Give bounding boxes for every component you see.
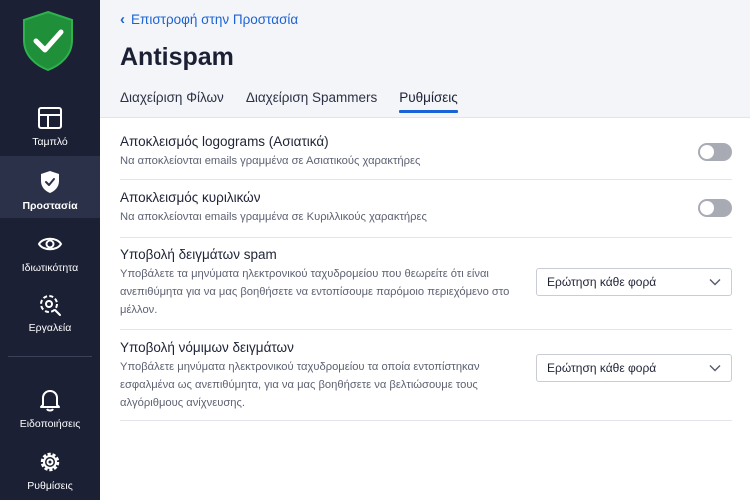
setting-title: Υποβολή δειγμάτων spam [120, 247, 277, 262]
chevron-down-icon [709, 276, 721, 288]
tab-friends[interactable]: Διαχείριση Φίλων [120, 90, 224, 112]
setting-title: Αποκλεισμός logograms (Ασιατικά) [120, 134, 329, 149]
dashboard-icon [36, 104, 64, 132]
tools-icon [36, 290, 64, 318]
setting-description: Υποβάλετε τα μηνύματα ηλεκτρονικού ταχυδ… [120, 268, 510, 316]
sidebar-divider [8, 356, 92, 357]
sidebar-item-label: Ρυθμίσεις [27, 480, 73, 492]
setting-row-block-cyrillic: Αποκλεισμός κυριλικών Να αποκλείονται em… [120, 180, 732, 238]
setting-row-submit-spam: Υποβολή δειγμάτων spam Υποβάλετε τα μηνύ… [120, 238, 732, 330]
main-content: ‹ Επιστροφή στην Προστασία Antispam Διαχ… [100, 0, 750, 500]
tab-settings[interactable]: Ρυθμίσεις [399, 90, 458, 113]
chevron-down-icon [709, 362, 721, 374]
sidebar-item-label: Προστασία [22, 200, 78, 212]
sidebar-item-label: Ειδοποιήσεις [19, 418, 81, 430]
toggle-knob [700, 201, 714, 215]
setting-description: Υποβάλετε μηνύματα ηλεκτρονικού ταχυδρομ… [120, 361, 480, 409]
settings-list: Αποκλεισμός logograms (Ασιατικά) Να αποκ… [120, 122, 732, 421]
submit-legit-select[interactable]: Ερώτηση κάθε φορά [536, 354, 732, 382]
sidebar-item-protection[interactable]: Προστασία [0, 156, 100, 218]
setting-row-submit-legit: Υποβολή νόμιμων δειγμάτων Υποβάλετε μηνύ… [120, 330, 732, 421]
sidebar-item-privacy[interactable]: Ιδιωτικότητα [0, 230, 100, 288]
sidebar-item-label: Ταμπλό [32, 136, 68, 148]
setting-description: Να αποκλείονται emails γραμμένα σε Ασιατ… [120, 155, 421, 167]
block-asian-toggle[interactable] [698, 143, 732, 161]
select-value: Ερώτηση κάθε φορά [547, 275, 657, 289]
chevron-left-icon: ‹ [120, 11, 125, 28]
sidebar-item-dashboard[interactable]: Ταμπλό [0, 104, 100, 162]
sidebar-item-label: Ιδιωτικότητα [21, 262, 79, 274]
setting-title: Αποκλεισμός κυριλικών [120, 190, 261, 205]
shield-icon [36, 168, 64, 196]
sidebar-item-notifications[interactable]: Ειδοποιήσεις [0, 386, 100, 444]
back-link[interactable]: ‹ Επιστροφή στην Προστασία [120, 11, 298, 28]
back-link-label: Επιστροφή στην Προστασία [131, 12, 299, 27]
setting-row-block-asian: Αποκλεισμός logograms (Ασιατικά) Να αποκ… [120, 122, 732, 180]
toggle-knob [700, 145, 714, 159]
gear-icon [36, 448, 64, 476]
shield-logo-icon [21, 10, 75, 72]
sidebar-item-settings[interactable]: Ρυθμίσεις [0, 448, 100, 500]
setting-title: Υποβολή νόμιμων δειγμάτων [120, 340, 294, 355]
page-header: ‹ Επιστροφή στην Προστασία Antispam Διαχ… [100, 0, 750, 118]
tab-bar: Διαχείριση Φίλων Διαχείριση Spammers Ρυθ… [120, 90, 480, 113]
setting-description: Να αποκλείονται emails γραμμένα σε Κυριλ… [120, 211, 427, 223]
eye-icon [36, 230, 64, 258]
sidebar: Ταμπλό Προστασία Ιδιωτικότητα Εργαλεία Ε… [0, 0, 100, 500]
tab-spammers[interactable]: Διαχείριση Spammers [246, 90, 377, 112]
page-title: Antispam [120, 43, 234, 71]
select-value: Ερώτηση κάθε φορά [547, 361, 657, 375]
sidebar-item-label: Εργαλεία [28, 322, 72, 334]
submit-spam-select[interactable]: Ερώτηση κάθε φορά [536, 268, 732, 296]
bell-icon [36, 386, 64, 414]
sidebar-item-tools[interactable]: Εργαλεία [0, 290, 100, 348]
block-cyrillic-toggle[interactable] [698, 199, 732, 217]
